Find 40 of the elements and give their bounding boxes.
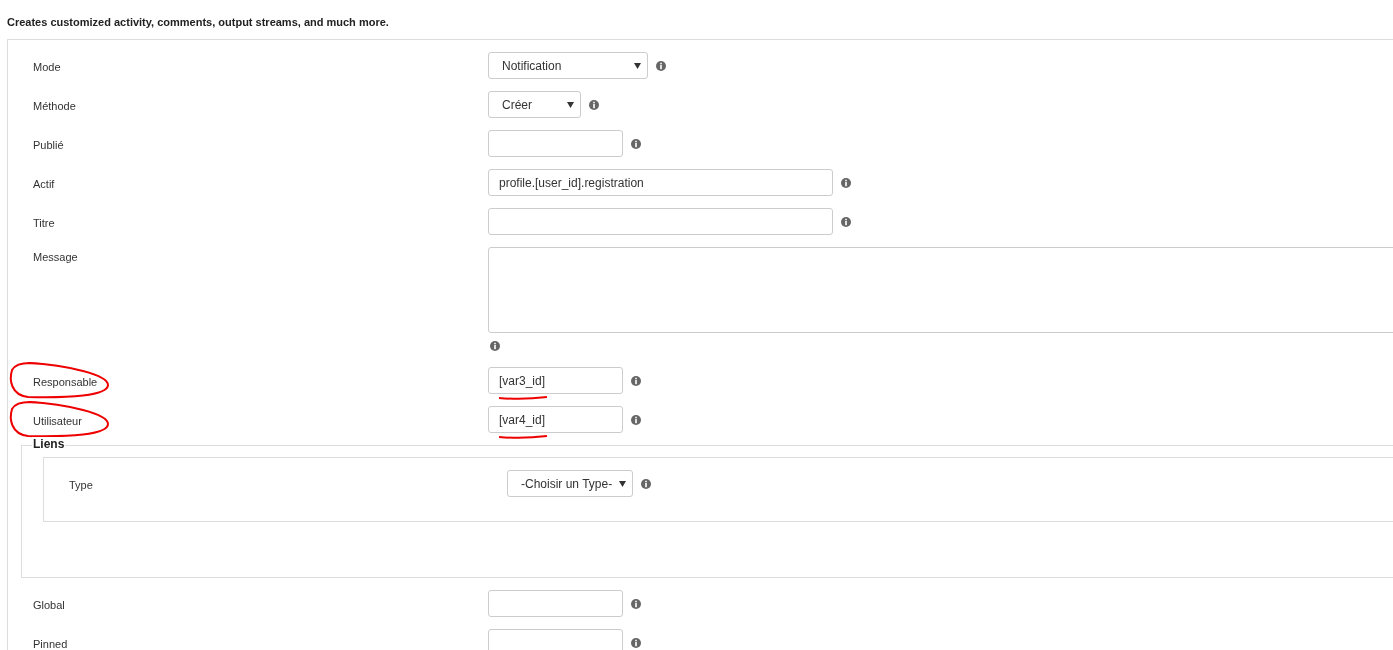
dropdown[interactable]: Créer (488, 91, 581, 118)
info-icon (656, 60, 666, 71)
input-field[interactable] (488, 130, 623, 157)
info-icon (641, 478, 651, 489)
annotation-underline (498, 395, 548, 401)
info-icon (841, 177, 851, 188)
field-label: Titre (33, 215, 55, 229)
info-icon (631, 138, 641, 149)
caret-icon (634, 62, 641, 69)
field-label: Message (33, 250, 78, 263)
field-label: Méthode (33, 98, 76, 112)
annotation-underline (498, 434, 548, 440)
info-icon (589, 99, 599, 110)
caret-icon (619, 480, 626, 487)
fieldset-legend: Liens (32, 437, 66, 451)
description-text: Creates customized activity, comments, output streams, and much more. (6, 15, 390, 30)
input-field[interactable] (488, 629, 623, 650)
field-label: Global (33, 597, 65, 611)
field-label: Type (69, 477, 93, 491)
field-label: Responsable (33, 374, 98, 388)
field-label: Publié (33, 137, 64, 151)
message-field[interactable] (488, 247, 1393, 333)
field-label: Utilisateur (33, 413, 82, 427)
input-field[interactable]: profile.[user_id].registration (488, 169, 833, 196)
field-label: Pinned (33, 636, 68, 650)
caret-icon (567, 101, 574, 108)
input-field[interactable] (488, 590, 623, 617)
dropdown[interactable]: Notification (488, 52, 648, 79)
field-label: Mode (33, 59, 61, 73)
input-field[interactable]: [var3_id] (488, 367, 623, 394)
info-icon (631, 598, 641, 609)
input-field[interactable] (488, 208, 833, 235)
info-icon (631, 414, 641, 425)
dropdown[interactable]: -Choisir un Type- (507, 470, 633, 497)
info-icon (631, 375, 641, 386)
field-label: Actif (33, 176, 55, 190)
info-icon (490, 341, 500, 351)
info-icon (631, 637, 641, 648)
info-icon (841, 216, 851, 227)
input-field[interactable]: [var4_id] (488, 406, 623, 433)
